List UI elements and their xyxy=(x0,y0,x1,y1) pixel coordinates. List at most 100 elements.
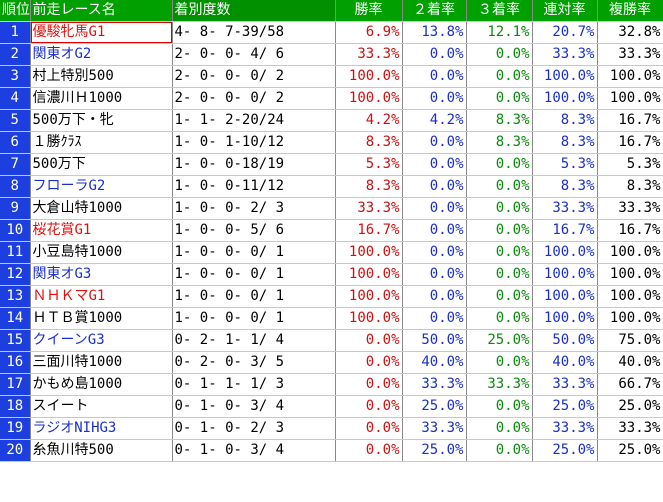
table-row[interactable]: 17 かもめ島1000 0- 1- 1- 1/ 3 0.0% 33.3% 33.3% 33.… xyxy=(0,373,663,396)
table-row[interactable]: 2 関東オG2 2- 0- 0- 4/ 6 33.3% 0.0% 0.0% 33.3% 33.… xyxy=(0,43,663,66)
third-rate-cell: 0.0% xyxy=(466,285,533,308)
third-rate-cell: 0.0% xyxy=(466,87,533,110)
table-row[interactable]: 16 三面川特1000 0- 2- 0- 3/ 5 0.0% 40.0% 0.0% 40.0… xyxy=(0,351,663,374)
rentai-rate-cell: 25.0% xyxy=(532,395,598,418)
third-rate-cell: 0.0% xyxy=(466,65,533,88)
header-race-name[interactable]: 前走レース名 xyxy=(30,0,173,22)
race-name-cell: かもめ島1000 xyxy=(30,373,173,396)
record-cell: 4- 8- 7-39/58 xyxy=(172,21,336,44)
third-rate-cell: 0.0% xyxy=(466,197,533,220)
rank-cell: 14 xyxy=(0,307,31,330)
second-rate-cell: 25.0% xyxy=(402,439,467,462)
header-win-rate[interactable]: 勝率 xyxy=(335,0,403,22)
record-cell: 2- 0- 0- 0/ 2 xyxy=(172,65,336,88)
rank-cell: 16 xyxy=(0,351,31,374)
table-row[interactable]: 3 村上特別500 2- 0- 0- 0/ 2 100.0% 0.0% 0.0% 100.0… xyxy=(0,65,663,88)
results-table: 順位 前走レース名 着別度数 勝率 ２着率 ３着率 連対率 複勝率 1 優駿牝馬G… xyxy=(0,0,663,462)
win-rate-cell: 5.3% xyxy=(335,153,403,176)
win-rate-cell: 16.7% xyxy=(335,219,403,242)
third-rate-cell: 0.0% xyxy=(466,417,533,440)
fukusho-rate-cell: 40.0% xyxy=(597,351,663,374)
header-third-rate[interactable]: ３着率 xyxy=(466,0,533,22)
race-name-cell: 桜花賞G1 xyxy=(30,219,173,242)
win-rate-cell: 6.9% xyxy=(335,21,403,44)
table-row[interactable]: 1 優駿牝馬G1 4- 8- 7-39/58 6.9% 13.8% 12.1% 20.7% 3… xyxy=(0,21,663,44)
table-row[interactable]: 20 糸魚川特500 0- 1- 0- 3/ 4 0.0% 25.0% 0.0% 25.0%… xyxy=(0,439,663,462)
fukusho-rate-cell: 100.0% xyxy=(597,65,663,88)
rank-cell: 2 xyxy=(0,43,31,66)
table-row[interactable]: 6 １勝ｸﾗｽ 1- 0- 1-10/12 8.3% 0.0% 8.3% 8.3% 16.7% xyxy=(0,131,663,154)
third-rate-cell: 0.0% xyxy=(466,351,533,374)
fukusho-rate-cell: 25.0% xyxy=(597,439,663,462)
race-name-cell: 三面川特1000 xyxy=(30,351,173,374)
third-rate-cell: 0.0% xyxy=(466,307,533,330)
second-rate-cell: 33.3% xyxy=(402,373,467,396)
second-rate-cell: 0.0% xyxy=(402,285,467,308)
rank-cell: 8 xyxy=(0,175,31,198)
second-rate-cell: 40.0% xyxy=(402,351,467,374)
table-row[interactable]: 9 大倉山特1000 1- 0- 0- 2/ 3 33.3% 0.0% 0.0% 33.3%… xyxy=(0,197,663,220)
second-rate-cell: 0.0% xyxy=(402,263,467,286)
table-row[interactable]: 8 フローラG2 1- 0- 0-11/12 8.3% 0.0% 0.0% 8.3% 8.3% xyxy=(0,175,663,198)
header-fukusho-rate[interactable]: 複勝率 xyxy=(597,0,663,22)
rentai-rate-cell: 50.0% xyxy=(532,329,598,352)
table-row[interactable]: 5 500万下・牝 1- 1- 2-20/24 4.2% 4.2% 8.3% 8.3% 16.… xyxy=(0,109,663,132)
second-rate-cell: 0.0% xyxy=(402,87,467,110)
header-row: 順位 前走レース名 着別度数 勝率 ２着率 ３着率 連対率 複勝率 xyxy=(0,0,663,22)
second-rate-cell: 0.0% xyxy=(402,197,467,220)
header-rank[interactable]: 順位 xyxy=(0,0,31,22)
table-row[interactable]: 10 桜花賞G1 1- 0- 0- 5/ 6 16.7% 0.0% 0.0% 16.7% 16… xyxy=(0,219,663,242)
rentai-rate-cell: 5.3% xyxy=(532,153,598,176)
win-rate-cell: 8.3% xyxy=(335,175,403,198)
record-cell: 0- 1- 0- 2/ 3 xyxy=(172,417,336,440)
record-cell: 0- 1- 0- 3/ 4 xyxy=(172,439,336,462)
second-rate-cell: 0.0% xyxy=(402,65,467,88)
race-name-cell: クイーンG3 xyxy=(30,329,173,352)
table-body: 1 優駿牝馬G1 4- 8- 7-39/58 6.9% 13.8% 12.1% 20.7% 3… xyxy=(0,21,663,462)
table-row[interactable]: 7 500万下 1- 0- 0-18/19 5.3% 0.0% 0.0% 5.3% 5.3% xyxy=(0,153,663,176)
second-rate-cell: 50.0% xyxy=(402,329,467,352)
win-rate-cell: 0.0% xyxy=(335,329,403,352)
table-row[interactable]: 18 スイート 0- 1- 0- 3/ 4 0.0% 25.0% 0.0% 25.0% 25.… xyxy=(0,395,663,418)
third-rate-cell: 8.3% xyxy=(466,131,533,154)
fukusho-rate-cell: 100.0% xyxy=(597,87,663,110)
second-rate-cell: 33.3% xyxy=(402,417,467,440)
second-rate-cell: 0.0% xyxy=(402,153,467,176)
third-rate-cell: 12.1% xyxy=(466,21,533,44)
second-rate-cell: 0.0% xyxy=(402,43,467,66)
third-rate-cell: 0.0% xyxy=(466,263,533,286)
rank-cell: 10 xyxy=(0,219,31,242)
fukusho-rate-cell: 75.0% xyxy=(597,329,663,352)
rentai-rate-cell: 20.7% xyxy=(532,21,598,44)
rentai-rate-cell: 40.0% xyxy=(532,351,598,374)
third-rate-cell: 0.0% xyxy=(466,395,533,418)
table-row[interactable]: 12 関東オG3 1- 0- 0- 0/ 1 100.0% 0.0% 0.0% 100.0%… xyxy=(0,263,663,286)
rank-cell: 17 xyxy=(0,373,31,396)
race-name-cell: 小豆島特1000 xyxy=(30,241,173,264)
rentai-rate-cell: 33.3% xyxy=(532,373,598,396)
second-rate-cell: 0.0% xyxy=(402,307,467,330)
header-rentai-rate[interactable]: 連対率 xyxy=(532,0,598,22)
rentai-rate-cell: 100.0% xyxy=(532,307,598,330)
table-row[interactable]: 14 ＨＴＢ賞1000 1- 0- 0- 0/ 1 100.0% 0.0% 0.0% 100… xyxy=(0,307,663,330)
win-rate-cell: 100.0% xyxy=(335,307,403,330)
table-row[interactable]: 4 信濃川Ｈ1000 2- 0- 0- 0/ 2 100.0% 0.0% 0.0% 100.… xyxy=(0,87,663,110)
table-row[interactable]: 19 ラジオNIHG3 0- 1- 0- 2/ 3 0.0% 33.3% 0.0% 33.3… xyxy=(0,417,663,440)
header-second-rate[interactable]: ２着率 xyxy=(402,0,467,22)
fukusho-rate-cell: 33.3% xyxy=(597,417,663,440)
rank-cell: 11 xyxy=(0,241,31,264)
fukusho-rate-cell: 32.8% xyxy=(597,21,663,44)
header-record[interactable]: 着別度数 xyxy=(172,0,336,22)
record-cell: 2- 0- 0- 0/ 2 xyxy=(172,87,336,110)
race-name-cell: 500万下・牝 xyxy=(30,109,173,132)
race-name-cell: 糸魚川特500 xyxy=(30,439,173,462)
table-row[interactable]: 13 ＮＨＫマG1 1- 0- 0- 0/ 1 100.0% 0.0% 0.0% 100.0… xyxy=(0,285,663,308)
rentai-rate-cell: 100.0% xyxy=(532,65,598,88)
win-rate-cell: 8.3% xyxy=(335,131,403,154)
table-row[interactable]: 11 小豆島特1000 1- 0- 0- 0/ 1 100.0% 0.0% 0.0% 100… xyxy=(0,241,663,264)
second-rate-cell: 4.2% xyxy=(402,109,467,132)
table-row[interactable]: 15 クイーンG3 0- 2- 1- 1/ 4 0.0% 50.0% 25.0% 50.0%… xyxy=(0,329,663,352)
fukusho-rate-cell: 16.7% xyxy=(597,219,663,242)
win-rate-cell: 33.3% xyxy=(335,43,403,66)
fukusho-rate-cell: 16.7% xyxy=(597,131,663,154)
